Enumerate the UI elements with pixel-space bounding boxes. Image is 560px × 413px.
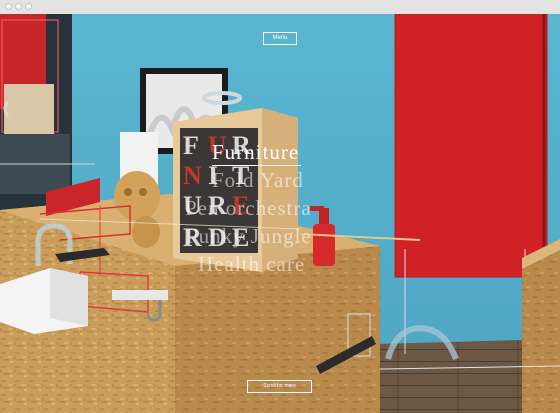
svg-text:N: N: [183, 161, 202, 190]
scroll-for-more-button[interactable]: Scroll for more: [247, 380, 312, 393]
nav-item-funky-jungle[interactable]: Funky Jungle: [186, 225, 312, 247]
nav-item-furniture[interactable]: Furniture: [212, 141, 302, 166]
page-viewport: FUR NIT URE RDE Menu Furniture Fold Yard…: [0, 14, 560, 413]
browser-window: FUR NIT URE RDE Menu Furniture Fold Yard…: [0, 0, 560, 413]
nav-item-pen-orchestra[interactable]: Pen orchestra: [185, 197, 312, 219]
window-maximize-dot[interactable]: [25, 3, 32, 10]
svg-text:F: F: [183, 131, 199, 160]
nav-item-health-care[interactable]: Health care: [198, 253, 305, 275]
window-minimize-dot[interactable]: [15, 3, 22, 10]
window-close-dot[interactable]: [5, 3, 12, 10]
browser-chrome: [0, 0, 560, 15]
menu-button[interactable]: Menu: [263, 32, 297, 45]
nav-item-fold-yard[interactable]: Fold Yard: [212, 169, 304, 191]
